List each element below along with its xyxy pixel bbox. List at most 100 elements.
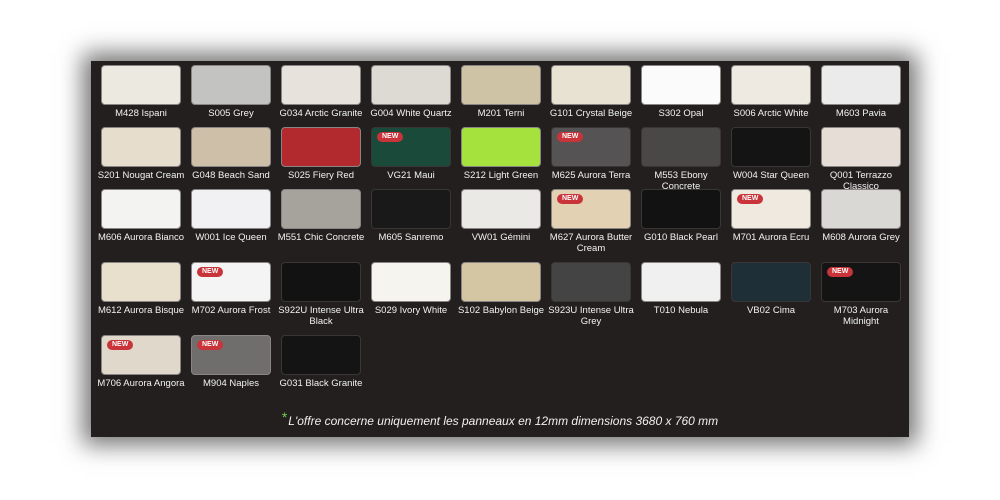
new-badge: NEW xyxy=(107,340,134,350)
swatch-chip[interactable] xyxy=(101,262,181,302)
swatch-chip[interactable] xyxy=(191,189,271,229)
swatch-label: S029 Ivory White xyxy=(374,305,448,316)
swatch-item[interactable]: NEW VG21 Maui xyxy=(366,127,456,181)
swatch-chip[interactable] xyxy=(461,65,541,105)
swatch-chip[interactable] xyxy=(821,65,901,105)
swatch-chip[interactable]: NEW xyxy=(191,262,271,302)
swatch-item[interactable]: T010 Nebula xyxy=(636,262,726,316)
swatch-label: T010 Nebula xyxy=(653,305,709,316)
swatch-chip[interactable] xyxy=(371,262,451,302)
swatch-item[interactable]: Q001 Terrazzo Classico xyxy=(816,127,906,192)
swatch-item[interactable]: W004 Star Queen xyxy=(726,127,816,181)
swatch-chip[interactable] xyxy=(101,127,181,167)
swatch-label: G101 Crystal Beige xyxy=(549,108,633,119)
swatch-chip[interactable] xyxy=(821,127,901,167)
swatch-item[interactable]: M553 Ebony Concrete xyxy=(636,127,726,192)
new-badge: NEW xyxy=(377,132,404,142)
swatch-item[interactable]: M606 Aurora Bianco xyxy=(96,189,186,243)
swatch-item[interactable]: G004 White Quartz xyxy=(366,65,456,119)
swatch-chip[interactable] xyxy=(281,189,361,229)
colour-swatch-panel: M428 Ispani S005 Grey G034 Arctic Granite G… xyxy=(91,61,909,437)
swatch-item[interactable]: NEW M625 Aurora Terra xyxy=(546,127,636,181)
swatch-item[interactable]: NEW M627 Aurora Butter Cream xyxy=(546,189,636,254)
swatch-item[interactable]: S029 Ivory White xyxy=(366,262,456,316)
swatch-chip[interactable]: NEW xyxy=(731,189,811,229)
swatch-item[interactable]: G010 Black Pearl xyxy=(636,189,726,243)
swatch-chip[interactable] xyxy=(371,189,451,229)
swatch-item[interactable]: NEW M904 Naples xyxy=(186,335,276,389)
swatch-chip[interactable] xyxy=(371,65,451,105)
swatch-chip[interactable] xyxy=(641,127,721,167)
swatch-item[interactable]: M603 Pavia xyxy=(816,65,906,119)
swatch-item[interactable]: NEW M702 Aurora Frost xyxy=(186,262,276,316)
swatch-chip[interactable] xyxy=(731,127,811,167)
swatch-item[interactable]: G034 Arctic Granite xyxy=(276,65,366,119)
swatch-chip[interactable] xyxy=(191,65,271,105)
swatch-label: M904 Naples xyxy=(203,378,259,389)
swatch-chip[interactable] xyxy=(641,189,721,229)
swatch-chip[interactable]: NEW xyxy=(551,127,631,167)
swatch-item[interactable]: S005 Grey xyxy=(186,65,276,119)
swatch-chip[interactable] xyxy=(281,335,361,375)
swatch-item[interactable]: G048 Beach Sand xyxy=(186,127,276,181)
swatch-item[interactable]: S102 Babylon Beige xyxy=(456,262,546,316)
swatch-item[interactable]: NEW M701 Aurora Ecru xyxy=(726,189,816,243)
swatch-chip[interactable] xyxy=(281,127,361,167)
swatch-label: M428 Ispani xyxy=(115,108,167,119)
swatch-chip[interactable] xyxy=(731,65,811,105)
swatch-chip[interactable] xyxy=(641,262,721,302)
swatch-label: S922U Intense Ultra Black xyxy=(278,305,364,327)
swatch-label: M608 Aurora Grey xyxy=(822,232,900,243)
swatch-chip[interactable]: NEW xyxy=(551,189,631,229)
swatch-chip[interactable]: NEW xyxy=(371,127,451,167)
swatch-chip[interactable]: NEW xyxy=(101,335,181,375)
swatch-label: M706 Aurora Angora xyxy=(97,378,185,389)
swatch-chip[interactable] xyxy=(551,65,631,105)
swatch-item[interactable]: S212 Light Green xyxy=(456,127,546,181)
swatch-item[interactable]: W001 Ice Queen xyxy=(186,189,276,243)
swatch-chip[interactable] xyxy=(101,189,181,229)
swatch-chip[interactable] xyxy=(551,262,631,302)
swatch-item[interactable]: M605 Sanremo xyxy=(366,189,456,243)
swatch-chip[interactable] xyxy=(191,127,271,167)
swatch-item[interactable]: M428 Ispani xyxy=(96,65,186,119)
swatch-chip[interactable] xyxy=(821,189,901,229)
swatch-chip[interactable] xyxy=(461,262,541,302)
swatch-chip[interactable] xyxy=(101,65,181,105)
swatch-item[interactable]: S201 Nougat Cream xyxy=(96,127,186,181)
swatch-label: G034 Arctic Granite xyxy=(279,108,363,119)
swatch-label: S102 Babylon Beige xyxy=(457,305,545,316)
swatch-label: M627 Aurora Butter Cream xyxy=(549,232,633,254)
swatch-item[interactable]: M612 Aurora Bisque xyxy=(96,262,186,316)
swatch-chip[interactable] xyxy=(461,127,541,167)
swatch-item[interactable]: G031 Black Granite xyxy=(276,335,366,389)
swatch-chip[interactable] xyxy=(461,189,541,229)
swatch-item[interactable]: M551 Chic Concrete xyxy=(276,189,366,243)
swatch-chip[interactable]: NEW xyxy=(191,335,271,375)
swatch-item[interactable]: S923U Intense Ultra Grey xyxy=(546,262,636,327)
swatch-item[interactable]: S006 Arctic White xyxy=(726,65,816,119)
swatch-label: VW01 Gémini xyxy=(471,232,531,243)
swatch-item[interactable]: G101 Crystal Beige xyxy=(546,65,636,119)
swatch-chip[interactable] xyxy=(281,65,361,105)
swatch-label: S025 Fiery Red xyxy=(287,170,354,181)
swatch-chip[interactable] xyxy=(641,65,721,105)
swatch-item[interactable]: VB02 Cima xyxy=(726,262,816,316)
swatch-item[interactable]: VW01 Gémini xyxy=(456,189,546,243)
swatch-chip[interactable] xyxy=(281,262,361,302)
swatch-item[interactable]: S302 Opal xyxy=(636,65,726,119)
swatch-item[interactable]: M201 Terni xyxy=(456,65,546,119)
swatch-item[interactable]: NEW M706 Aurora Angora xyxy=(96,335,186,389)
swatch-item[interactable]: M608 Aurora Grey xyxy=(816,189,906,243)
swatch-label: G031 Black Granite xyxy=(279,378,363,389)
swatch-item[interactable]: NEW M703 Aurora Midnight xyxy=(816,262,906,327)
new-badge: NEW xyxy=(197,267,224,277)
swatch-label: S923U Intense Ultra Grey xyxy=(548,305,634,327)
swatch-label: W001 Ice Queen xyxy=(195,232,267,243)
swatch-item[interactable]: S025 Fiery Red xyxy=(276,127,366,181)
swatch-item[interactable]: S922U Intense Ultra Black xyxy=(276,262,366,327)
swatch-label: VB02 Cima xyxy=(746,305,796,316)
swatch-chip[interactable]: NEW xyxy=(821,262,901,302)
footnote: *L'offre concerne uniquement les panneau… xyxy=(91,409,909,428)
swatch-chip[interactable] xyxy=(731,262,811,302)
